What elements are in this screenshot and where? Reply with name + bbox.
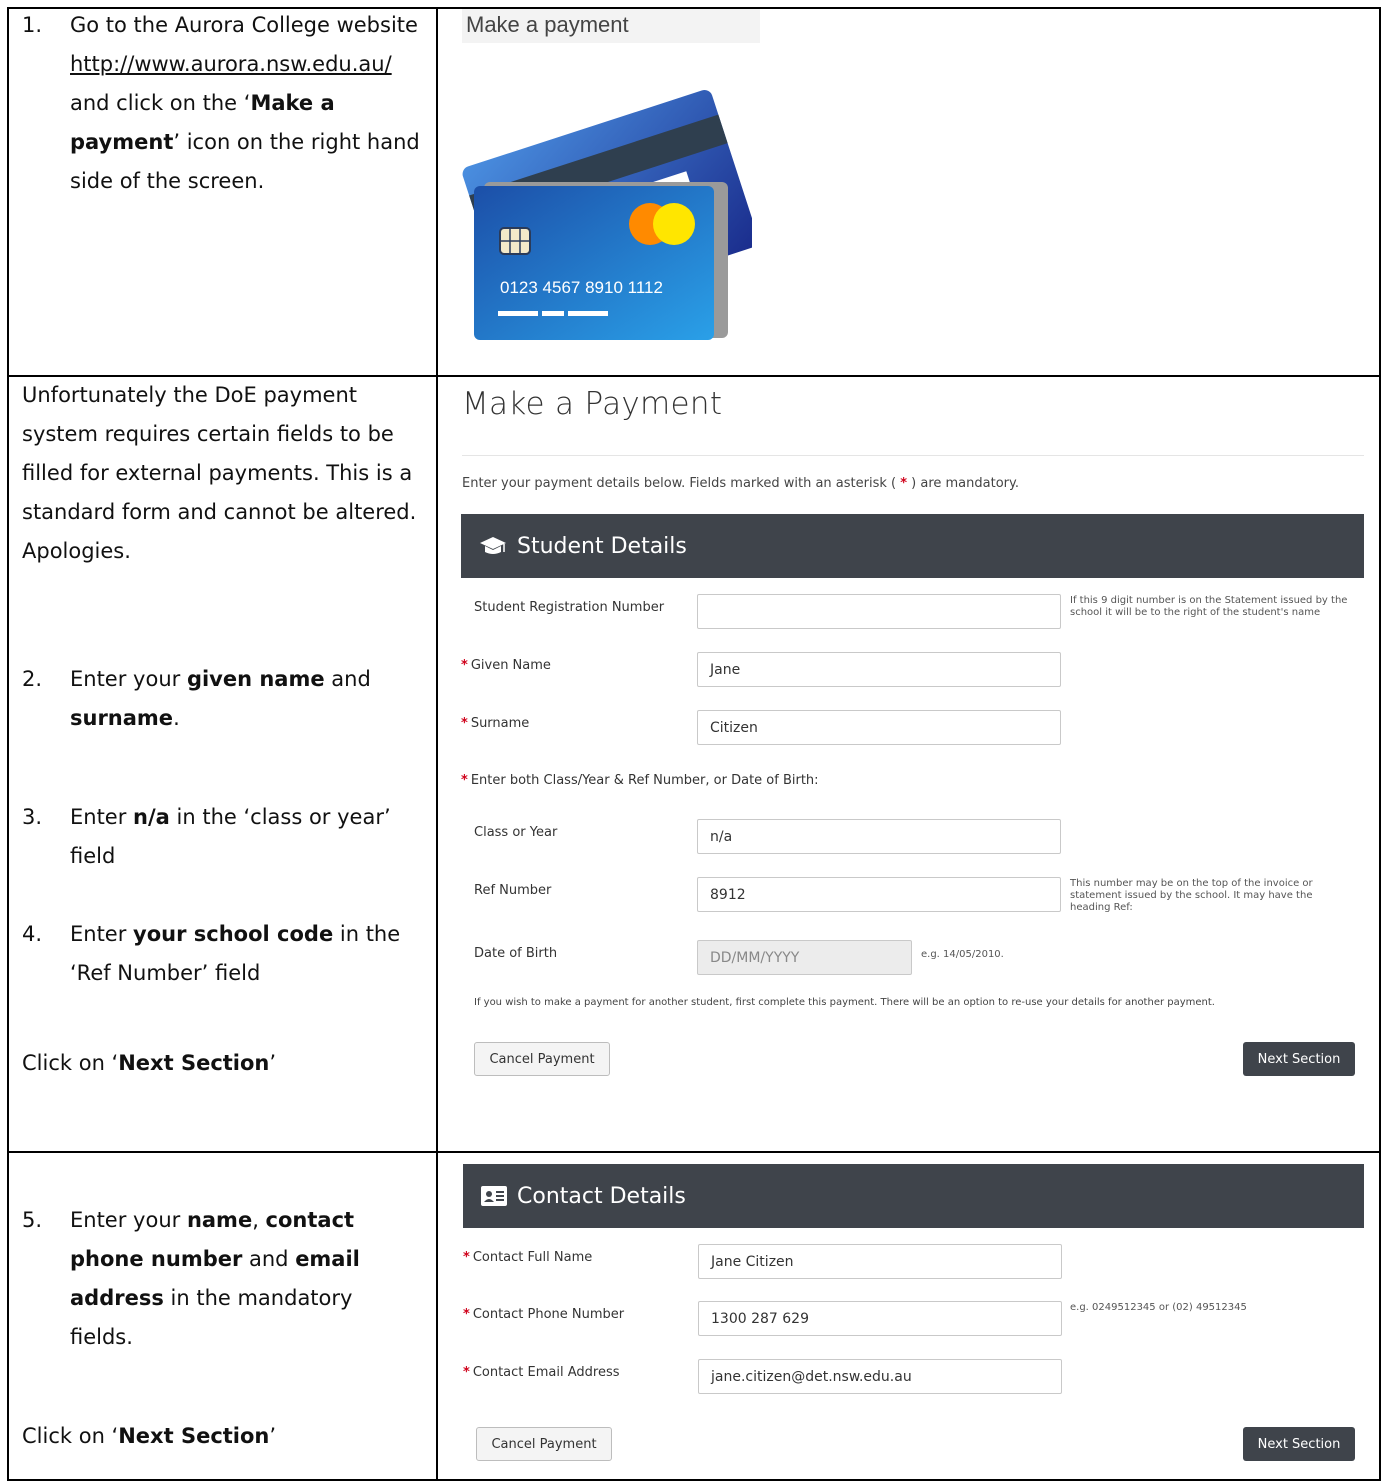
- ref-number-hint: This number may be on the top of the inv…: [1070, 878, 1313, 913]
- cancel-payment-button[interactable]: Cancel Payment: [476, 1427, 612, 1461]
- card-number: 0123 4567 8910 1112: [500, 278, 663, 297]
- another-student-note: If you wish to make a payment for anothe…: [474, 997, 1215, 1008]
- page-title: Make a Payment: [462, 386, 723, 422]
- given-name-input[interactable]: Jane: [697, 652, 1061, 687]
- click-next-instruction: Click on ‘Next Section’: [22, 1424, 277, 1448]
- ref-number-input[interactable]: 8912: [697, 877, 1061, 912]
- contact-card-icon: [481, 1186, 507, 1206]
- click-next-instruction: Click on ‘Next Section’: [22, 1051, 277, 1075]
- cancel-payment-button[interactable]: Cancel Payment: [474, 1042, 610, 1076]
- dob-hint: e.g. 14/05/2010.: [921, 949, 1004, 960]
- srn-hint: If this 9 digit number is on the Stateme…: [1070, 595, 1348, 618]
- step-number: 1.: [22, 13, 43, 37]
- table-column-divider: [436, 7, 438, 1481]
- credit-card-icon[interactable]: 0123 4567 8910 1112: [462, 58, 752, 348]
- graduation-cap-icon: [479, 535, 507, 557]
- student-details-header: Student Details: [461, 514, 1364, 578]
- contact-phone-label: * Contact Phone Number: [463, 1307, 625, 1322]
- make-payment-label[interactable]: Make a payment: [462, 9, 760, 43]
- contact-name-label: * Contact Full Name: [463, 1250, 593, 1265]
- surname-input[interactable]: Citizen: [697, 710, 1061, 745]
- srn-label: Student Registration Number: [474, 600, 665, 615]
- aurora-website-link[interactable]: http://www.aurora.nsw.edu.au/: [70, 52, 392, 76]
- class-year-input[interactable]: n/a: [697, 819, 1061, 854]
- table-row-divider: [7, 1151, 1381, 1153]
- next-section-button[interactable]: Next Section: [1243, 1427, 1355, 1461]
- date-of-birth-input[interactable]: DD/MM/YYYY: [697, 940, 912, 975]
- contact-email-label: * Contact Email Address: [463, 1365, 620, 1380]
- dob-label: Date of Birth: [474, 946, 558, 961]
- student-registration-number-input[interactable]: [697, 594, 1061, 629]
- contact-full-name-input[interactable]: Jane Citizen: [698, 1244, 1062, 1279]
- given-name-label: * Given Name: [461, 658, 551, 673]
- class-year-label: Class or Year: [474, 825, 558, 840]
- next-section-button[interactable]: Next Section: [1243, 1042, 1355, 1076]
- disclaimer-text: Unfortunately the DoE payment system req…: [22, 383, 417, 563]
- contact-details-header: Contact Details: [463, 1164, 1364, 1228]
- form-instructions: Enter your payment details below. Fields…: [462, 476, 1019, 491]
- either-required-label: * Enter both Class/Year & Ref Number, or …: [461, 773, 819, 788]
- contact-phone-input[interactable]: 1300 287 629: [698, 1301, 1062, 1336]
- contact-email-input[interactable]: jane.citizen@det.nsw.edu.au: [698, 1359, 1062, 1394]
- phone-hint: e.g. 0249512345 or (02) 49512345: [1070, 1302, 1247, 1313]
- divider: [462, 455, 1364, 456]
- surname-label: * Surname: [461, 716, 530, 731]
- step-text: Go to the Aurora College website http://…: [70, 13, 420, 193]
- ref-number-label: Ref Number: [474, 883, 552, 898]
